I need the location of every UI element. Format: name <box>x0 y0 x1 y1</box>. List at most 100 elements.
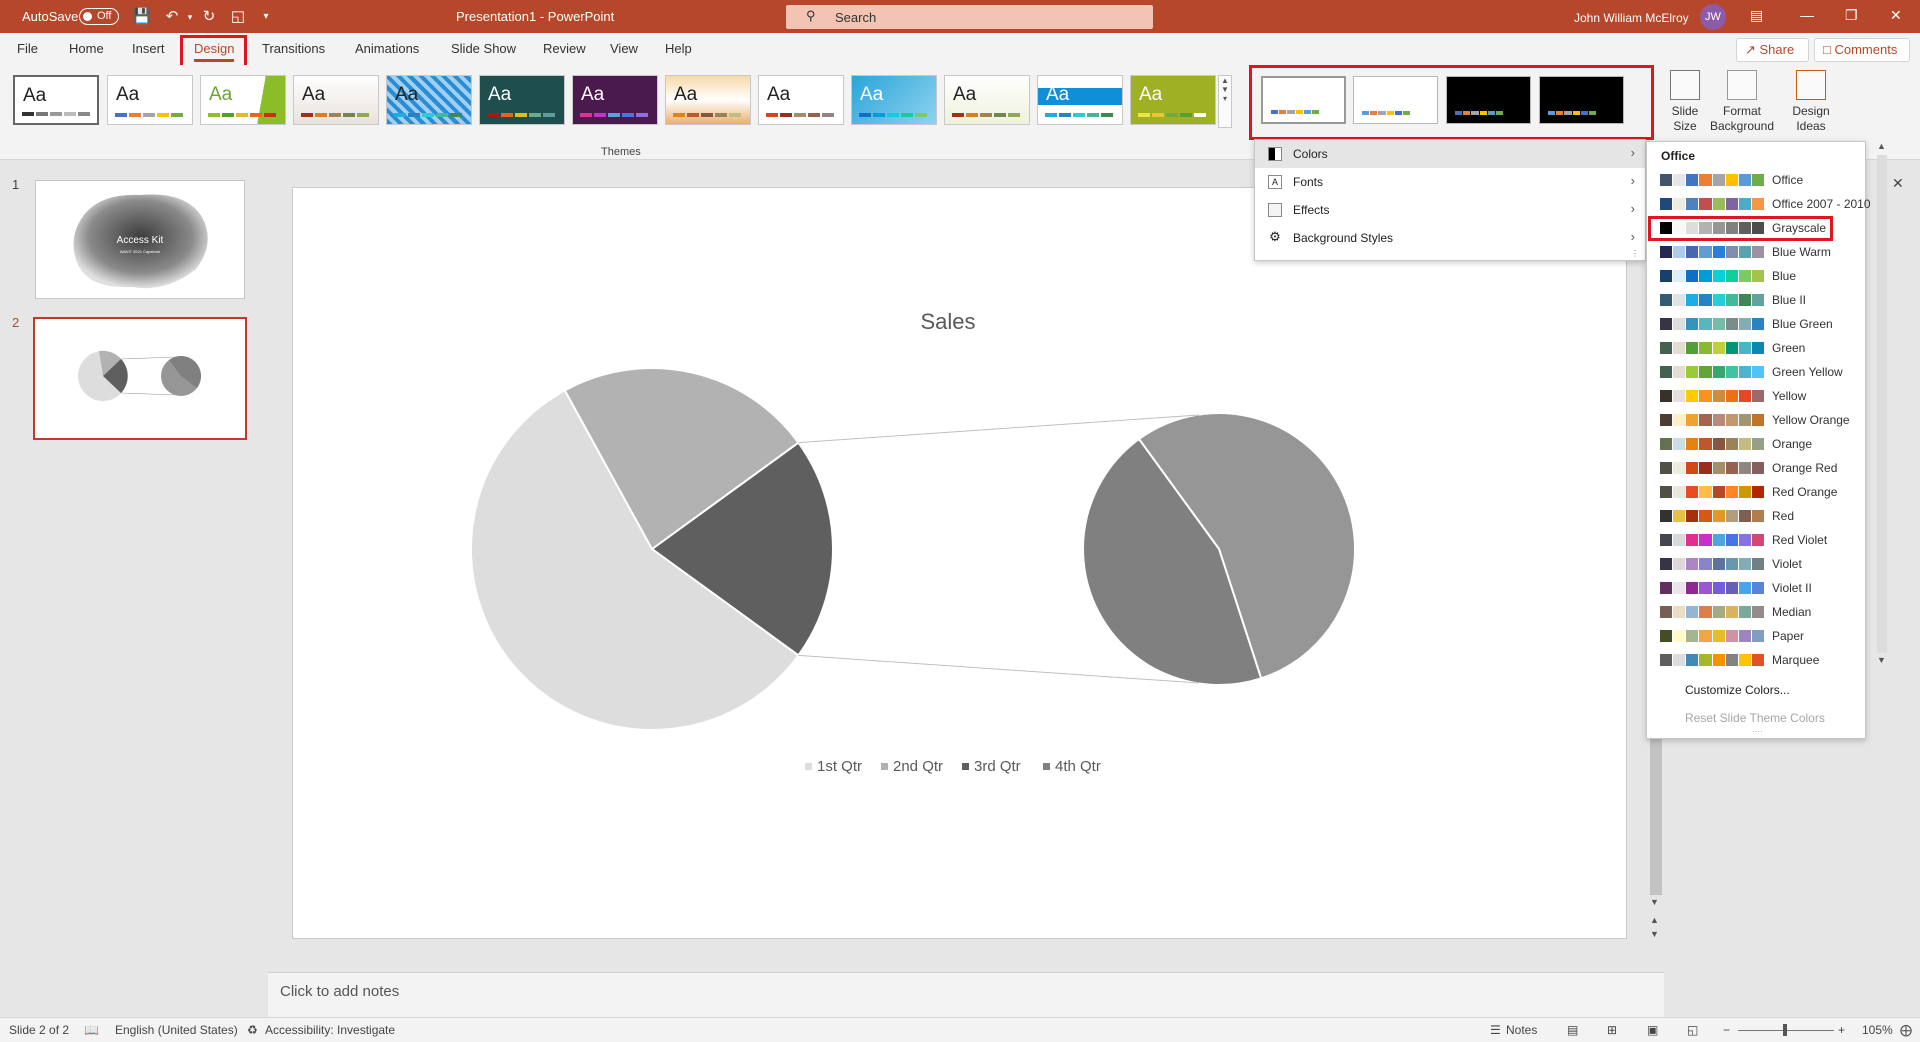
color-scheme-violet[interactable]: Violet <box>1647 552 1851 576</box>
accessibility-icon[interactable]: ♻ <box>247 1023 258 1037</box>
color-scheme-paper[interactable]: Paper <box>1647 624 1851 648</box>
minimize-icon[interactable]: — <box>1800 7 1814 23</box>
tab-slide-show[interactable]: Slide Show <box>451 41 516 56</box>
close-icon[interactable]: ✕ <box>1890 7 1902 24</box>
customize-qat-icon[interactable]: ▾ <box>256 7 276 27</box>
tab-help[interactable]: Help <box>665 41 692 56</box>
tab-view[interactable]: View <box>610 41 638 56</box>
color-scheme-red[interactable]: Red <box>1647 504 1851 528</box>
redo-icon[interactable]: ↻ <box>199 7 219 27</box>
theme-savon[interactable]: Aa <box>944 75 1030 125</box>
theme-slice[interactable]: Aa <box>758 75 844 125</box>
color-scheme-blue-warm[interactable]: Blue Warm <box>1647 240 1851 264</box>
undo-icon[interactable]: ↶ <box>162 7 182 27</box>
undo-dropdown-icon[interactable]: ▾ <box>180 7 200 27</box>
zoom-in-icon[interactable]: + <box>1838 1023 1845 1037</box>
autosave-toggle[interactable]: Off <box>79 8 119 25</box>
design-ideas-button[interactable]: Design Ideas <box>1788 70 1834 134</box>
color-scheme-blue[interactable]: Blue <box>1647 264 1851 288</box>
customize-colors-item[interactable]: Customize Colors... <box>1685 683 1790 697</box>
color-scheme-office[interactable]: Office <box>1647 168 1851 192</box>
scroll-up-icon[interactable]: ▲ <box>1877 141 1886 151</box>
user-name[interactable]: John William McElroy <box>1574 11 1689 25</box>
theme-retrospect[interactable]: Aa <box>665 75 751 125</box>
scroll-down-icon[interactable]: ▼ <box>1650 897 1659 907</box>
theme-office[interactable]: Aa <box>13 75 99 125</box>
slide-canvas[interactable]: Sales 1st Qtr 2nd Qtr 3rd Qtr 4th Qtr <box>292 187 1627 939</box>
tab-file[interactable]: File <box>17 41 38 56</box>
theme-dividend[interactable]: Aa <box>1037 75 1123 125</box>
slide-thumbnail-1[interactable]: Access Kit WAVIT 2021 Capstone <box>35 180 245 299</box>
resize-grip-icon[interactable]: ⋮ <box>1631 249 1639 258</box>
save-icon[interactable]: 💾 <box>132 7 152 27</box>
theme-facet[interactable]: Aa <box>200 75 286 125</box>
next-slide-icon[interactable]: ▼ <box>1650 929 1659 939</box>
spell-check-icon[interactable]: 📖 <box>84 1023 99 1037</box>
tab-animations[interactable]: Animations <box>355 41 419 56</box>
close-pane-icon[interactable]: ✕ <box>1892 175 1904 192</box>
theme-wisp[interactable]: Aa <box>851 75 937 125</box>
search-box[interactable]: ⚲ Search <box>786 5 1153 29</box>
zoom-out-icon[interactable]: − <box>1723 1023 1730 1037</box>
color-scheme-red-orange[interactable]: Red Orange <box>1647 480 1851 504</box>
theme-organic[interactable]: Aa <box>572 75 658 125</box>
zoom-slider-thumb[interactable] <box>1783 1024 1787 1036</box>
theme-integral[interactable]: Aa <box>293 75 379 125</box>
format-background-button[interactable]: Format Background <box>1708 70 1776 134</box>
color-scheme-office-2007-2010[interactable]: Office 2007 - 2010 <box>1647 192 1871 216</box>
notes-pane[interactable]: Click to add notes <box>268 972 1664 1017</box>
previous-slide-icon[interactable]: ▲ <box>1650 915 1659 925</box>
colors-submenu-scrollbar[interactable]: ▲ ▼ <box>1875 141 1889 671</box>
tab-home[interactable]: Home <box>69 41 104 56</box>
menu-item-background-styles[interactable]: ⚙ Background Styles › <box>1255 224 1645 252</box>
color-scheme-green-yellow[interactable]: Green Yellow <box>1647 360 1851 384</box>
tab-transitions[interactable]: Transitions <box>262 41 325 56</box>
color-scheme-orange[interactable]: Orange <box>1647 432 1851 456</box>
color-scheme-violet-ii[interactable]: Violet II <box>1647 576 1851 600</box>
notes-toggle-label[interactable]: Notes <box>1506 1023 1537 1037</box>
resize-grip-icon[interactable]: ···· <box>1752 727 1763 736</box>
normal-view-icon[interactable]: ▤ <box>1567 1023 1578 1037</box>
themes-gallery-scroll[interactable]: ▲ ▼ ▾ <box>1218 75 1232 128</box>
color-scheme-yellow-orange[interactable]: Yellow Orange <box>1647 408 1851 432</box>
theme-office-2[interactable]: Aa <box>107 75 193 125</box>
color-scheme-blue-green[interactable]: Blue Green <box>1647 312 1851 336</box>
theme-ion[interactable]: Aa <box>386 75 472 125</box>
share-button[interactable]: ↗ Share <box>1736 38 1809 62</box>
color-scheme-red-violet[interactable]: Red Violet <box>1647 528 1851 552</box>
fit-to-window-icon[interactable]: ⨁ <box>1900 1023 1912 1037</box>
reading-view-icon[interactable]: ▣ <box>1647 1023 1658 1037</box>
avatar[interactable]: JW <box>1700 4 1726 30</box>
color-scheme-green[interactable]: Green <box>1647 336 1851 360</box>
restore-icon[interactable]: ❐ <box>1845 7 1858 24</box>
slide-thumbnail-2[interactable] <box>33 317 247 440</box>
menu-item-effects[interactable]: Effects › <box>1255 196 1645 224</box>
slide-size-button[interactable]: Slide Size <box>1664 70 1706 134</box>
notes-icon[interactable]: ☰ <box>1490 1023 1501 1037</box>
scrollbar-thumb[interactable] <box>1877 155 1887 653</box>
color-scheme-yellow[interactable]: Yellow <box>1647 384 1851 408</box>
chart[interactable]: Sales 1st Qtr 2nd Qtr 3rd Qtr 4th Qtr <box>293 188 1628 940</box>
tab-insert[interactable]: Insert <box>132 41 165 56</box>
menu-item-fonts[interactable]: A Fonts › <box>1255 168 1645 196</box>
ribbon-display-options-icon[interactable]: ▤ <box>1750 7 1763 24</box>
color-swatch <box>1673 174 1687 186</box>
color-scheme-blue-ii[interactable]: Blue II <box>1647 288 1851 312</box>
color-swatch <box>1712 414 1726 426</box>
menu-item-colors[interactable]: Colors › <box>1255 140 1645 168</box>
scroll-down-icon[interactable]: ▼ <box>1877 655 1886 665</box>
zoom-level[interactable]: 105% <box>1862 1023 1893 1037</box>
tab-review[interactable]: Review <box>543 41 586 56</box>
color-scheme-orange-red[interactable]: Orange Red <box>1647 456 1851 480</box>
theme-parallax[interactable]: Aa <box>1130 75 1216 125</box>
slideshow-view-icon[interactable]: ◱ <box>1687 1023 1698 1037</box>
comments-button[interactable]: □ Comments <box>1814 38 1910 62</box>
slide-counter[interactable]: Slide 2 of 2 <box>9 1023 69 1037</box>
slide-sorter-icon[interactable]: ⊞ <box>1607 1023 1617 1037</box>
theme-ion-boardroom[interactable]: Aa <box>479 75 565 125</box>
present-from-start-icon[interactable]: ◱ <box>228 7 248 27</box>
color-scheme-marquee[interactable]: Marquee <box>1647 648 1851 672</box>
accessibility-status[interactable]: Accessibility: Investigate <box>265 1023 395 1037</box>
color-scheme-median[interactable]: Median <box>1647 600 1851 624</box>
language-indicator[interactable]: English (United States) <box>115 1023 238 1037</box>
